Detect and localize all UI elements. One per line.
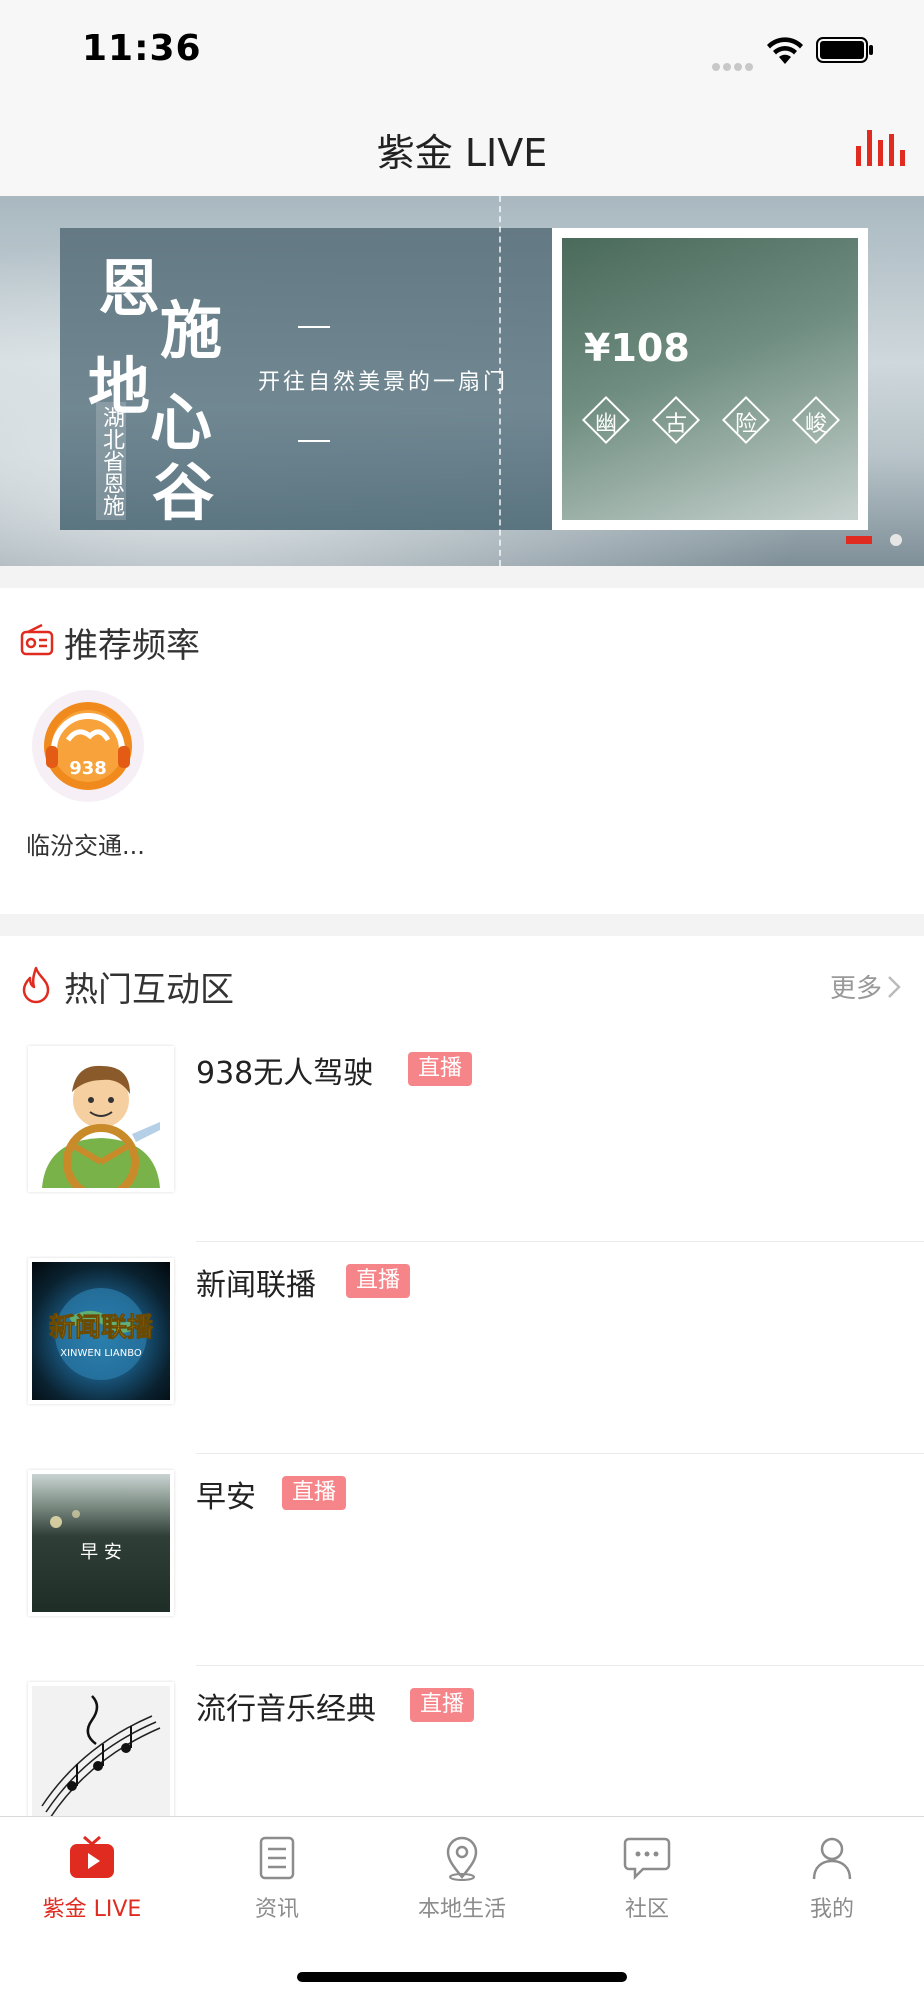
- tab-label: 资讯: [254, 1897, 299, 1922]
- item-thumbnail: [28, 1682, 174, 1828]
- calligraphy-char: 施: [160, 294, 223, 367]
- chevron-right-icon[interactable]: [886, 974, 902, 1000]
- item-title: 早安: [196, 1480, 256, 1515]
- tab-label: 本地生活: [417, 1897, 506, 1922]
- news-icon: [259, 1836, 295, 1880]
- status-time: 11:36: [82, 28, 202, 69]
- thumb-text: 早 安: [80, 1542, 122, 1563]
- slogan-rule: [298, 326, 330, 328]
- item-title: 938无人驾驶: [196, 1056, 374, 1091]
- radio-icon: [20, 624, 54, 656]
- profile-icon: [812, 1837, 852, 1880]
- driver-illustration: [32, 1050, 170, 1188]
- tab-community[interactable]: 社区: [555, 1835, 739, 1945]
- flame-icon: [22, 966, 50, 1004]
- good-morning-thumbnail: 早 安: [50, 1510, 122, 1563]
- section-title-recommended: 推荐频率: [64, 626, 200, 666]
- thumb-subtext: XINWEN LIANBO: [60, 1348, 142, 1359]
- live-badge: 直播: [410, 1688, 475, 1722]
- page-title: 紫金 LIVE: [376, 131, 548, 175]
- item-thumbnail: 早 安: [28, 1470, 174, 1616]
- banner-carousel[interactable]: 恩 施 地 心 谷 湖北省恩施 开往自然美景的一扇门 ¥108 幽 古 险 峻: [0, 196, 924, 566]
- item-thumbnail: [28, 1046, 174, 1192]
- music-notes-thumbnail: [41, 1695, 161, 1819]
- list-item[interactable]: 新闻联播 XINWEN LIANBO 新闻联播 直播: [0, 1242, 924, 1454]
- section-divider: [0, 914, 924, 936]
- tag-diamond: 险: [721, 395, 771, 445]
- nav-bar: 紫金 LIVE: [0, 100, 924, 196]
- section-divider: [0, 566, 924, 588]
- banner-price: ¥108: [584, 326, 690, 370]
- list-item[interactable]: 938无人驾驶 直播: [0, 1030, 924, 1242]
- location-icon: [446, 1836, 478, 1881]
- banner-tags: 幽 古 险 峻: [581, 395, 852, 446]
- battery-icon: [816, 37, 873, 63]
- equalizer-icon[interactable]: [854, 124, 910, 168]
- tab-local-life[interactable]: 本地生活: [370, 1835, 554, 1945]
- tab-label: 我的: [809, 1897, 854, 1922]
- cellular-signal-icon: [712, 56, 756, 75]
- station-logo-938: 938: [44, 702, 132, 790]
- carousel-dot-active[interactable]: [846, 536, 872, 544]
- item-title: 流行音乐经典: [196, 1692, 376, 1727]
- station-logo[interactable]: 938: [32, 690, 144, 802]
- tab-profile[interactable]: 我的: [740, 1835, 924, 1945]
- news-broadcast-thumbnail: 新闻联播 XINWEN LIANBO: [49, 1288, 154, 1380]
- tag-diamond: 幽: [581, 395, 631, 445]
- tab-live[interactable]: 紫金 LIVE: [0, 1835, 184, 1945]
- live-badge: 直播: [346, 1264, 411, 1298]
- banner-location: 湖北省恩施: [96, 402, 126, 520]
- station-name[interactable]: 临汾交通...: [26, 826, 145, 861]
- chat-icon: [623, 1837, 671, 1881]
- tab-label: 紫金 LIVE: [42, 1897, 142, 1922]
- home-indicator[interactable]: [297, 1972, 627, 1982]
- live-badge: 直播: [282, 1476, 347, 1510]
- more-link[interactable]: 更多: [830, 968, 882, 1005]
- list-item[interactable]: 早 安 早安 直播: [0, 1454, 924, 1666]
- slogan-rule: [298, 440, 330, 442]
- calligraphy-char: 谷: [152, 456, 215, 529]
- carousel-dot[interactable]: [890, 534, 902, 546]
- banner-ticket-right: [552, 228, 868, 530]
- calligraphy-char: 恩: [98, 252, 161, 325]
- tag-diamond: 峻: [791, 395, 841, 445]
- banner-slogan: 开往自然美景的一扇门: [258, 370, 509, 395]
- status-bar: 11:36: [0, 0, 924, 100]
- tv-icon: [70, 1835, 114, 1878]
- item-title: 新闻联播: [196, 1268, 316, 1303]
- section-title-hot: 热门互动区: [64, 970, 234, 1010]
- tab-label: 社区: [624, 1897, 669, 1922]
- tag-diamond: 古: [651, 395, 701, 445]
- item-thumbnail: 新闻联播 XINWEN LIANBO: [28, 1258, 174, 1404]
- tab-news[interactable]: 资讯: [185, 1835, 369, 1945]
- thumb-text: 新闻联播: [49, 1312, 154, 1343]
- live-badge: 直播: [408, 1052, 473, 1086]
- wifi-icon: [767, 37, 803, 64]
- station-logo-text: 938: [69, 758, 107, 779]
